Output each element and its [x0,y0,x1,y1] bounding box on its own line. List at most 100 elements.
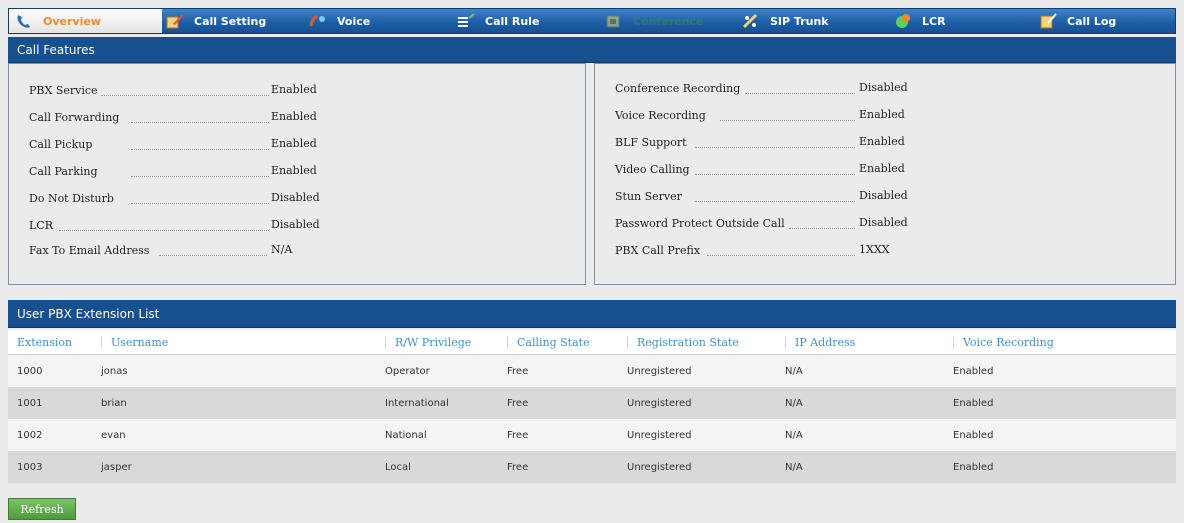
cell-privilege: Local [376,451,498,483]
feature-label: PBX Service [29,83,98,97]
conference-icon [605,13,623,29]
table-row[interactable]: 1003 jasper Local Free Unregistered N/A … [8,451,1176,483]
refresh-button[interactable]: Refresh [8,498,76,520]
feature-value: Enabled [859,162,905,175]
cell-voice-recording: Enabled [944,354,1176,387]
tab-call-log[interactable]: Call Log [1039,9,1159,33]
tab-call-rule[interactable]: Call Rule [457,9,577,33]
cell-extension: 1001 [8,387,92,419]
feature-value: Disabled [271,218,320,231]
list-icon [457,13,475,29]
cell-calling-state: Free [498,387,618,419]
tab-conference[interactable]: Conference [605,9,725,33]
cell-voice-recording: Enabled [944,387,1176,419]
tab-label: Conference [633,14,704,28]
tab-call-setting[interactable]: Call Setting [166,9,296,33]
feature-value: Enabled [271,110,317,123]
cell-ip-address: N/A [776,451,944,483]
column-header-label: Calling State [507,335,590,349]
leader-dots [720,120,855,121]
cell-username: brian [92,387,376,419]
cell-extension: 1003 [8,451,92,483]
tab-overview[interactable]: Overview [9,9,162,33]
feature-label: LCR [29,218,54,232]
tab-label: SIP Trunk [770,14,829,28]
phone-icon [15,13,33,29]
cell-privilege: Operator [376,354,498,387]
feature-value: Enabled [271,83,317,96]
feature-value: Enabled [271,137,317,150]
feature-value: Enabled [271,164,317,177]
leader-dots [131,149,269,150]
leader-dots [131,203,269,204]
cell-calling-state: Free [498,451,618,483]
leader-dots [695,201,855,202]
feature-label: Call Pickup [29,137,93,151]
call-features-left-panel: PBX Service Enabled Call Forwarding Enab… [8,63,586,285]
cell-privilege: International [376,387,498,419]
tab-label: Call Rule [485,14,540,28]
tab-sip-trunk[interactable]: SIP Trunk [742,9,872,33]
cell-extension: 1000 [8,354,92,387]
cell-voice-recording: Enabled [944,419,1176,451]
column-header-label: Username [101,335,169,349]
lcr-icon [894,13,912,29]
cell-extension: 1002 [8,419,92,451]
column-header[interactable]: R/W Privilege [376,330,498,355]
feature-label: Conference Recording [615,81,741,95]
column-header[interactable]: Calling State [498,330,618,355]
leader-dots [695,147,855,148]
cell-registration-state: Unregistered [618,419,776,451]
top-tab-bar: Overview Call Setting Voice Call Rule Co… [8,8,1176,34]
feature-value: Disabled [859,189,908,202]
pencil-icon [166,13,184,29]
leader-dots [789,228,855,229]
column-header[interactable]: Extension [8,330,92,355]
cell-username: evan [92,419,376,451]
sip-trunk-icon [742,13,760,29]
feature-label: Do Not Disturb [29,191,114,205]
leader-dots [707,255,855,256]
column-header[interactable]: Voice Recording [944,330,1176,355]
feature-label: BLF Support [615,135,687,149]
cell-ip-address: N/A [776,387,944,419]
table-row[interactable]: 1002 evan National Free Unregistered N/A… [8,419,1176,451]
cell-registration-state: Unregistered [618,451,776,483]
cell-username: jonas [92,354,376,387]
cell-ip-address: N/A [776,419,944,451]
cell-calling-state: Free [498,354,618,387]
column-header-label: R/W Privilege [385,335,472,349]
column-header[interactable]: Registration State [618,330,776,355]
feature-value: N/A [271,243,293,256]
column-header-label: IP Address [785,335,856,349]
feature-value: Enabled [859,108,905,121]
feature-value: Disabled [859,216,908,229]
call-features-right-panel: Conference Recording Disabled Voice Reco… [594,63,1176,285]
tab-label: Call Setting [194,14,267,28]
voice-icon [309,13,327,29]
table-row[interactable]: 1000 jonas Operator Free Unregistered N/… [8,354,1176,387]
feature-label: Fax To Email Address [29,243,150,257]
call-features-header: Call Features [8,37,1176,63]
tab-voice[interactable]: Voice [309,9,429,33]
column-header[interactable]: IP Address [776,330,944,355]
leader-dots [131,122,269,123]
leader-dots [745,93,855,94]
feature-label: Voice Recording [615,108,706,122]
tab-label: Overview [43,14,101,28]
tab-lcr[interactable]: LCR [894,9,1004,33]
cell-privilege: National [376,419,498,451]
cell-ip-address: N/A [776,354,944,387]
extension-table: Extension Username R/W Privilege Calling… [8,330,1176,483]
tab-label: Voice [337,14,371,28]
feature-label: Password Protect Outside Call [615,216,785,230]
table-row[interactable]: 1001 brian International Free Unregister… [8,387,1176,419]
leader-dots [101,95,269,96]
extension-list-header: User PBX Extension List [8,300,1176,328]
call-features-title: Call Features [17,42,95,57]
column-header[interactable]: Username [92,330,376,355]
cell-registration-state: Unregistered [618,354,776,387]
leader-dots [131,176,269,177]
column-header-label: Voice Recording [953,335,1054,349]
table-header-row: Extension Username R/W Privilege Calling… [8,330,1176,355]
